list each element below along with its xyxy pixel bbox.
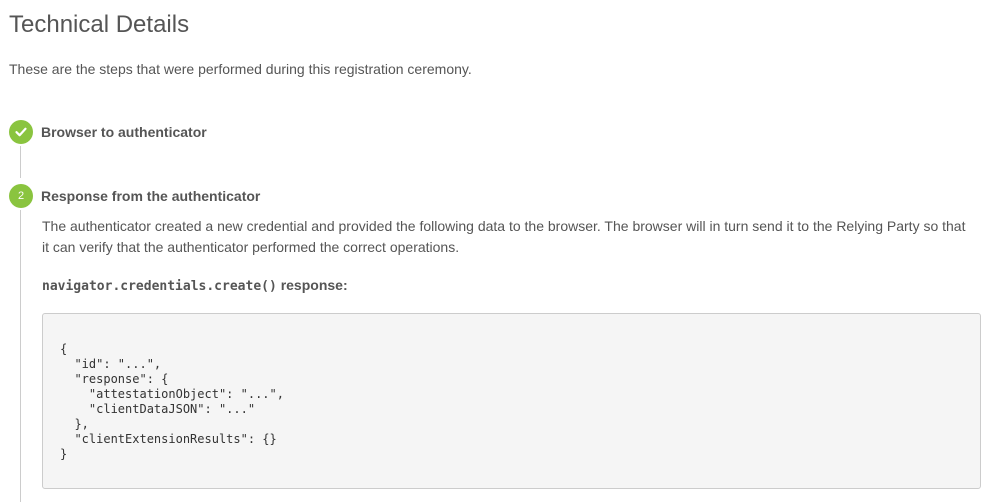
step-title: Browser to authenticator [41, 124, 207, 140]
page-intro: These are the steps that were performed … [9, 61, 472, 77]
code-block: { "id": "...", "response": { "attestatio… [42, 313, 981, 489]
checkmark-icon [9, 120, 33, 144]
timeline-connector [20, 210, 21, 502]
step-number-badge: 2 [9, 184, 33, 208]
timeline-connector [20, 146, 21, 178]
code-content[interactable]: { "id": "...", "response": { "attestatio… [60, 342, 284, 462]
response-label-code: navigator.credentials.create() [42, 279, 277, 294]
step-description: The authenticator created a new credenti… [42, 218, 966, 255]
response-label-text: response: [276, 277, 348, 293]
page-title: Technical Details [9, 11, 190, 38]
step-title: Response from the authenticator [41, 188, 261, 204]
response-label: navigator.credentials.create() response: [42, 276, 348, 296]
